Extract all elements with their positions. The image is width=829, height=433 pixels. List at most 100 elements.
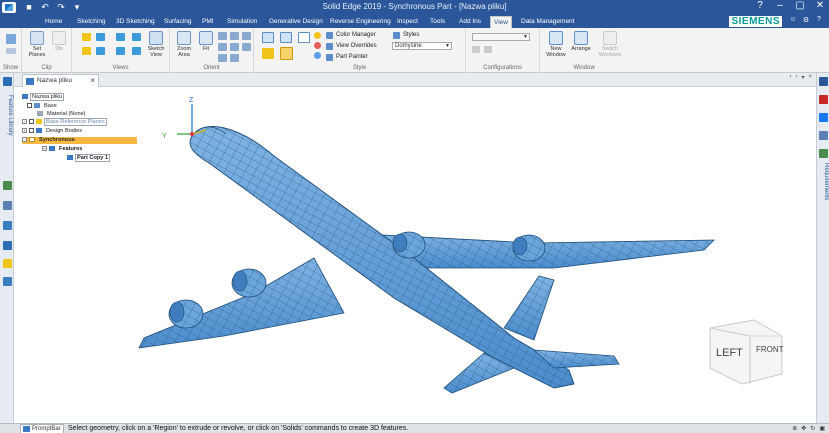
config-delete-icon[interactable] <box>484 46 492 53</box>
tab-3d-sketching[interactable]: 3D Sketching <box>113 16 158 28</box>
tab-pmi[interactable]: PMI <box>199 16 217 28</box>
tab-add-ins[interactable]: Add Ins <box>456 16 484 28</box>
scroll-right-icon[interactable]: › <box>795 74 797 81</box>
sensors-icon[interactable] <box>3 277 12 286</box>
view-dimetric-icon[interactable] <box>82 47 91 55</box>
document-tab[interactable]: Nazwa pliku × <box>22 74 99 87</box>
shaded-icon[interactable] <box>262 32 274 43</box>
feature-library-tab[interactable]: Feature Library <box>1 95 13 155</box>
base-checkbox[interactable] <box>27 103 32 109</box>
pan-status-icon[interactable]: ✥ <box>801 424 806 433</box>
tab-surfacing[interactable]: Surfacing <box>161 16 194 28</box>
minimize-button[interactable]: – <box>775 0 785 11</box>
set-planes-button[interactable]: Set Planes <box>26 31 48 58</box>
previous-view-icon[interactable] <box>242 43 251 51</box>
zoom-out-icon[interactable] <box>230 54 239 62</box>
tree-item-features[interactable]: − Features <box>42 146 84 153</box>
reference-planes-checkbox[interactable] <box>29 119 34 125</box>
scroll-left-icon[interactable]: ‹ <box>789 74 791 81</box>
rotate-status-icon[interactable]: ↻ <box>810 424 815 433</box>
color-icon[interactable] <box>314 42 321 49</box>
shaded-edges-icon[interactable] <box>280 32 292 43</box>
rotate-icon[interactable] <box>242 32 251 40</box>
expand-icon[interactable]: + <box>22 119 27 125</box>
render-icon[interactable] <box>262 48 274 59</box>
tree-item-part-copy[interactable]: Part Copy 1 <box>67 154 111 162</box>
close-tab-icon[interactable]: × <box>90 75 95 87</box>
zoom-status-icon[interactable]: ⊕ <box>792 424 797 433</box>
tab-home[interactable]: Home <box>42 16 65 28</box>
tree-item-design-bodies[interactable]: + Design Bodies <box>22 128 84 135</box>
tab-generative-design[interactable]: Generative Design <box>266 16 326 28</box>
view-top-icon[interactable] <box>96 33 105 41</box>
teamcenter-icon[interactable] <box>3 201 12 210</box>
requirements-tab[interactable]: Requirements <box>818 163 829 223</box>
youtube-icon[interactable] <box>819 95 828 104</box>
facebook-icon[interactable] <box>819 113 828 122</box>
show-icon[interactable] <box>6 34 16 44</box>
tab-tools[interactable]: Tools <box>427 16 448 28</box>
fit-status-icon[interactable]: ▣ <box>819 424 825 433</box>
design-bodies-checkbox[interactable] <box>29 128 34 134</box>
arrange-button[interactable]: Arrange <box>570 31 592 52</box>
graphics-window[interactable]: Z Y Nazwa pliku Base Material (None) + Ba… <box>14 88 816 423</box>
user-icon[interactable]: ☺ <box>789 16 797 25</box>
tree-item-reference-planes[interactable]: + Base Reference Planes <box>22 118 107 126</box>
view-left-icon[interactable] <box>132 47 141 55</box>
view-overrides-button[interactable]: View Overrides <box>336 43 377 49</box>
switch-windows-button[interactable]: Switch Windows <box>596 31 624 58</box>
settings-icon[interactable]: ⚙ <box>802 16 810 25</box>
config-save-icon[interactable] <box>472 46 480 53</box>
reuse-icon[interactable] <box>3 221 12 230</box>
view-front-icon[interactable] <box>116 33 125 41</box>
tab-simulation[interactable]: Simulation <box>224 16 260 28</box>
clip-on-button[interactable]: On <box>50 31 68 52</box>
maximize-button[interactable]: ▢ <box>795 0 805 11</box>
show-dropdown-icon[interactable] <box>6 48 16 54</box>
close-document-icon[interactable]: × <box>808 74 812 81</box>
panel-icon-4[interactable] <box>819 131 828 140</box>
zoom-area-button[interactable]: Zoom Area <box>172 31 196 58</box>
wireframe-icon[interactable] <box>298 32 310 43</box>
pan-icon[interactable] <box>230 32 239 40</box>
spin-about-icon[interactable] <box>218 43 227 51</box>
help-window-button[interactable]: ? <box>755 0 765 11</box>
configuration-select[interactable]: ▼ <box>472 33 530 41</box>
zoom-icon[interactable] <box>218 32 227 40</box>
pathfinder-icon[interactable] <box>3 77 12 86</box>
look-at-face-icon[interactable] <box>230 43 239 51</box>
tab-sketching[interactable]: Sketching <box>74 16 109 28</box>
new-window-button[interactable]: New Window <box>544 31 568 58</box>
view-back-icon[interactable] <box>116 47 125 55</box>
view-cube[interactable]: LEFT FRONT <box>704 310 784 388</box>
styles-icon[interactable] <box>393 32 400 39</box>
parts-library-icon[interactable] <box>3 241 12 250</box>
help-icon[interactable]: ? <box>815 16 823 25</box>
tab-inspect[interactable]: Inspect <box>394 16 421 28</box>
style-select[interactable]: Domyślne ▼ <box>392 42 452 50</box>
panel-icon-1[interactable] <box>819 77 828 86</box>
view-iso-icon[interactable] <box>82 33 91 41</box>
collapse-icon[interactable]: − <box>42 146 47 152</box>
tab-reverse-engineering[interactable]: Reverse Engineering <box>327 16 394 28</box>
fit-button[interactable]: Fit <box>198 31 214 52</box>
zoom-in-icon[interactable] <box>218 54 227 62</box>
promptbar-tab[interactable]: PromptBar <box>20 424 64 433</box>
tree-item-base[interactable]: Base <box>27 103 59 110</box>
view-overrides-icon[interactable] <box>326 43 333 50</box>
light-icon[interactable] <box>314 32 321 39</box>
tab-list-icon[interactable]: ▾ <box>801 74 804 81</box>
part-painter-button[interactable]: Part Painter <box>336 54 368 60</box>
close-button[interactable]: ✕ <box>815 0 825 11</box>
view-right-icon[interactable] <box>132 33 141 41</box>
color-manager-button[interactable]: Color Manager <box>336 32 376 38</box>
viewcube-front-label[interactable]: FRONT <box>756 345 784 354</box>
styles-button[interactable]: Styles <box>403 32 419 38</box>
viewcube-left-label[interactable]: LEFT <box>716 347 743 359</box>
part-painter-icon[interactable] <box>326 54 333 61</box>
tree-item-material[interactable]: Material (None) <box>37 111 88 118</box>
tree-item-synchronous[interactable]: − Synchronous <box>22 137 137 144</box>
color-manager-icon[interactable] <box>326 32 333 39</box>
expand-icon[interactable]: + <box>22 128 27 134</box>
requirements-icon[interactable] <box>819 149 828 158</box>
